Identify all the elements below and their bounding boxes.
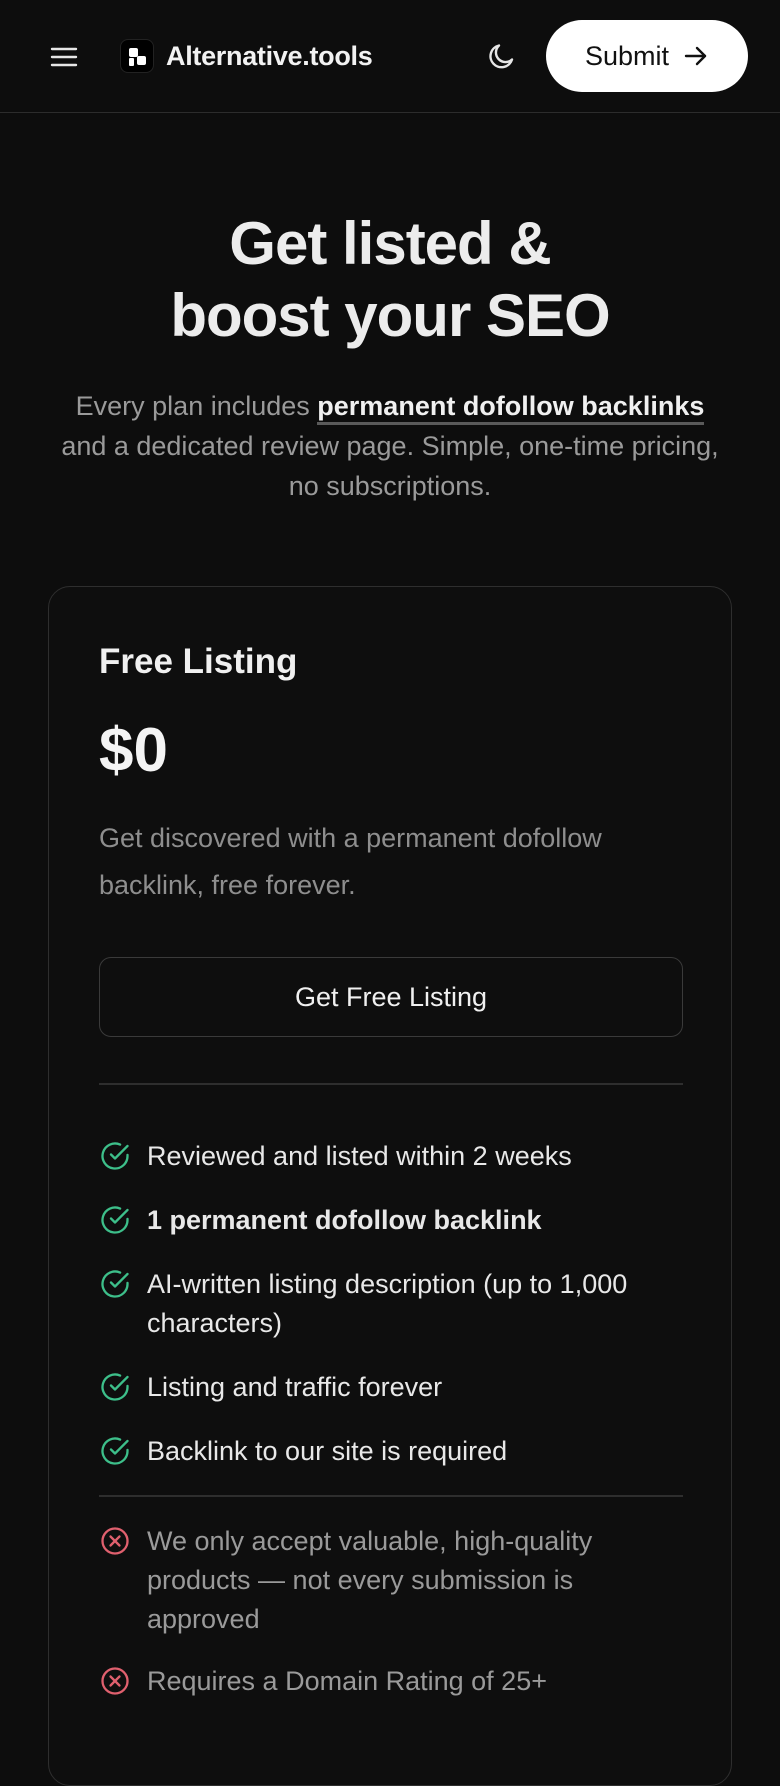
pricing-card-free: Free Listing $0 Get discovered with a pe… (48, 586, 732, 1786)
feature-included: AI-written listing description (up to 1,… (99, 1265, 689, 1343)
brand-link[interactable]: Alternative.tools (120, 38, 373, 74)
feature-included: Listing and traffic forever (99, 1368, 689, 1407)
feature-included: 1 permanent dofollow backlink (99, 1201, 689, 1240)
logo-icon (120, 39, 154, 73)
brand-name: Alternative.tools (166, 40, 373, 71)
x-circle-icon (101, 1667, 129, 1695)
check-circle-icon (101, 1206, 129, 1234)
menu-icon[interactable] (48, 41, 80, 73)
feature-excluded: We only accept valuable, high-quality pr… (99, 1522, 689, 1639)
feature-included: Reviewed and listed within 2 weeks (99, 1137, 689, 1176)
page-subtitle: Every plan includes permanent dofollow b… (61, 391, 719, 501)
check-circle-icon (101, 1373, 129, 1401)
top-nav: Alternative.tools Submit (0, 0, 780, 113)
backlinks-highlight: permanent dofollow backlinks (317, 391, 705, 425)
plan-description: Get discovered with a permanent dofollow… (99, 823, 602, 900)
check-circle-icon (101, 1437, 129, 1465)
get-free-listing-button[interactable]: Get Free Listing (99, 957, 683, 1037)
submit-label: Submit (584, 40, 670, 71)
plan-price: $0 (99, 716, 168, 785)
plan-name: Free Listing (99, 642, 298, 681)
x-circle-icon (101, 1527, 129, 1555)
check-circle-icon (101, 1142, 129, 1170)
arrow-right-icon (684, 46, 707, 66)
feature-excluded: Requires a Domain Rating of 25+ (99, 1662, 689, 1701)
check-circle-icon (101, 1270, 129, 1298)
feature-included: Backlink to our site is required (99, 1432, 689, 1471)
divider (99, 1495, 683, 1497)
moon-icon[interactable] (484, 38, 520, 74)
divider (99, 1083, 683, 1085)
page-title: Get listed & boost your SEO (170, 210, 610, 349)
submit-button[interactable]: Submit (546, 20, 748, 92)
